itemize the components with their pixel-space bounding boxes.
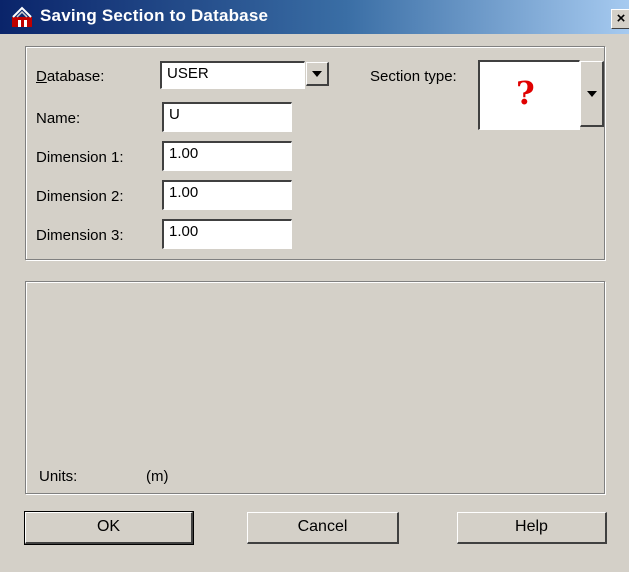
name-field[interactable]: U [162,102,292,132]
dimension-1-value: 1.00 [169,145,199,162]
chevron-down-icon [312,70,322,77]
close-icon: × [616,10,626,27]
window-title: Saving Section to Database [40,6,269,25]
dimension-1-field[interactable]: 1.00 [162,141,292,171]
dimension-2-field[interactable]: 1.00 [162,180,292,210]
database-label: Database: [36,68,105,85]
dimension-3-label: Dimension 3: [36,227,124,244]
section-type-label: Section type: [370,68,457,85]
units-value: (m) [146,468,169,485]
name-label: Name: [36,110,81,127]
dimension-3-field[interactable]: 1.00 [162,219,292,249]
section-type-dropdown-button[interactable] [580,61,604,127]
section-preview-group [25,281,605,494]
cancel-button[interactable]: Cancel [247,512,399,544]
database-select[interactable]: USER [160,61,305,89]
dimension-2-value: 1.00 [169,184,199,201]
dimension-3-value: 1.00 [169,223,199,240]
dimension-2-label: Dimension 2: [36,188,124,205]
database-dropdown-button[interactable] [306,62,329,86]
ok-button[interactable]: OK [24,511,194,545]
help-button[interactable]: Help [457,512,607,544]
unknown-section-icon: ? [516,74,535,112]
app-icon [12,6,32,27]
chevron-down-icon [586,90,597,97]
dimension-1-label: Dimension 1: [36,149,124,166]
name-field-value: U [169,106,180,123]
database-select-value: USER [167,65,209,82]
close-button[interactable]: × [611,9,629,29]
section-type-select[interactable]: ? [478,60,580,130]
title-bar[interactable]: Saving Section to Database × [0,0,629,34]
units-label: Units: [39,468,78,485]
